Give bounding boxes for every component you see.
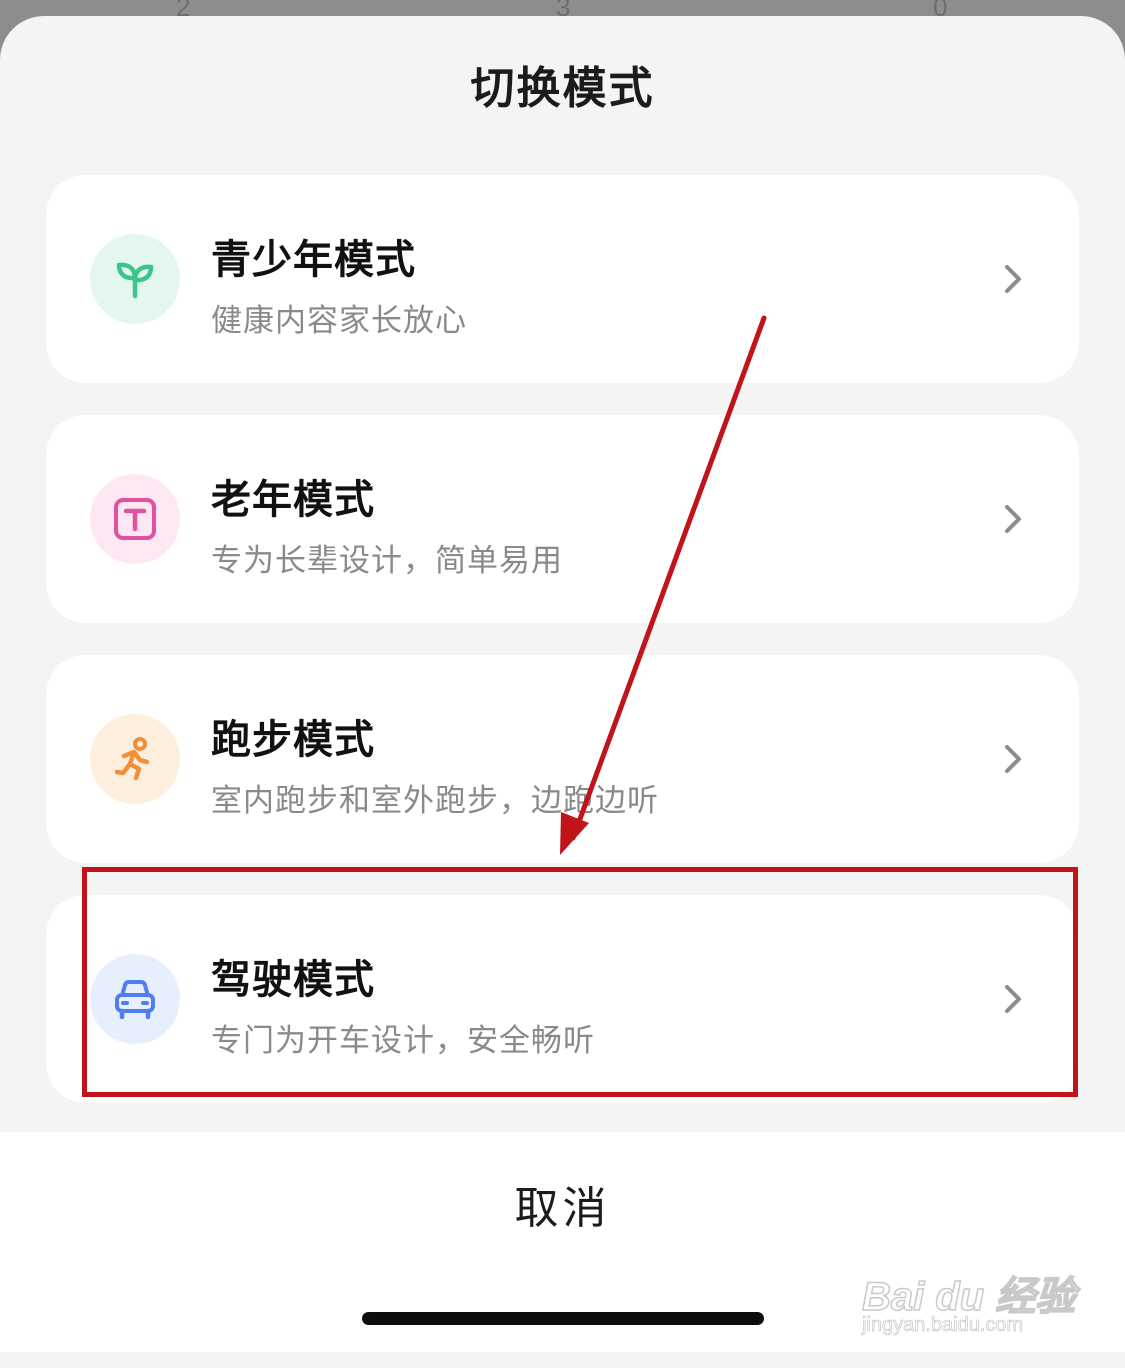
mode-title: 青少年模式 <box>211 237 416 283</box>
home-indicator <box>362 1312 764 1325</box>
mode-card-running[interactable]: 跑步模式 室内跑步和室外跑步，边跑边听 <box>46 655 1079 863</box>
driving-mode-icon-badge <box>90 954 180 1044</box>
mode-subtitle: 专门为开车设计，安全畅听 <box>211 1023 595 1059</box>
mode-title: 跑步模式 <box>211 717 375 763</box>
senior-mode-icon-badge <box>90 474 180 564</box>
sheet-title: 切换模式 <box>470 63 655 114</box>
teen-mode-icon-badge <box>90 234 180 324</box>
mode-subtitle: 健康内容家长放心 <box>211 303 467 339</box>
running-icon <box>114 737 150 781</box>
cancel-button[interactable]: 取消 <box>0 1172 1125 1236</box>
chevron-right-icon <box>1005 745 1021 773</box>
mode-card-senior[interactable]: 老年模式 专为长辈设计，简单易用 <box>46 415 1079 623</box>
text-t-icon <box>114 498 156 540</box>
chevron-right-icon <box>1005 265 1021 293</box>
chevron-right-icon <box>1005 505 1021 533</box>
car-icon <box>115 980 155 1020</box>
mode-subtitle: 室内跑步和室外跑步，边跑边听 <box>211 783 659 819</box>
mode-title: 老年模式 <box>211 477 375 523</box>
mode-subtitle: 专为长辈设计，简单易用 <box>211 543 563 579</box>
sprout-icon <box>116 262 154 299</box>
chevron-right-icon <box>1005 985 1021 1013</box>
mode-card-teen[interactable]: 青少年模式 健康内容家长放心 <box>46 175 1079 383</box>
mode-title: 驾驶模式 <box>211 957 375 1003</box>
mode-card-driving[interactable]: 驾驶模式 专门为开车设计，安全畅听 <box>46 895 1079 1103</box>
running-mode-icon-badge <box>90 714 180 804</box>
